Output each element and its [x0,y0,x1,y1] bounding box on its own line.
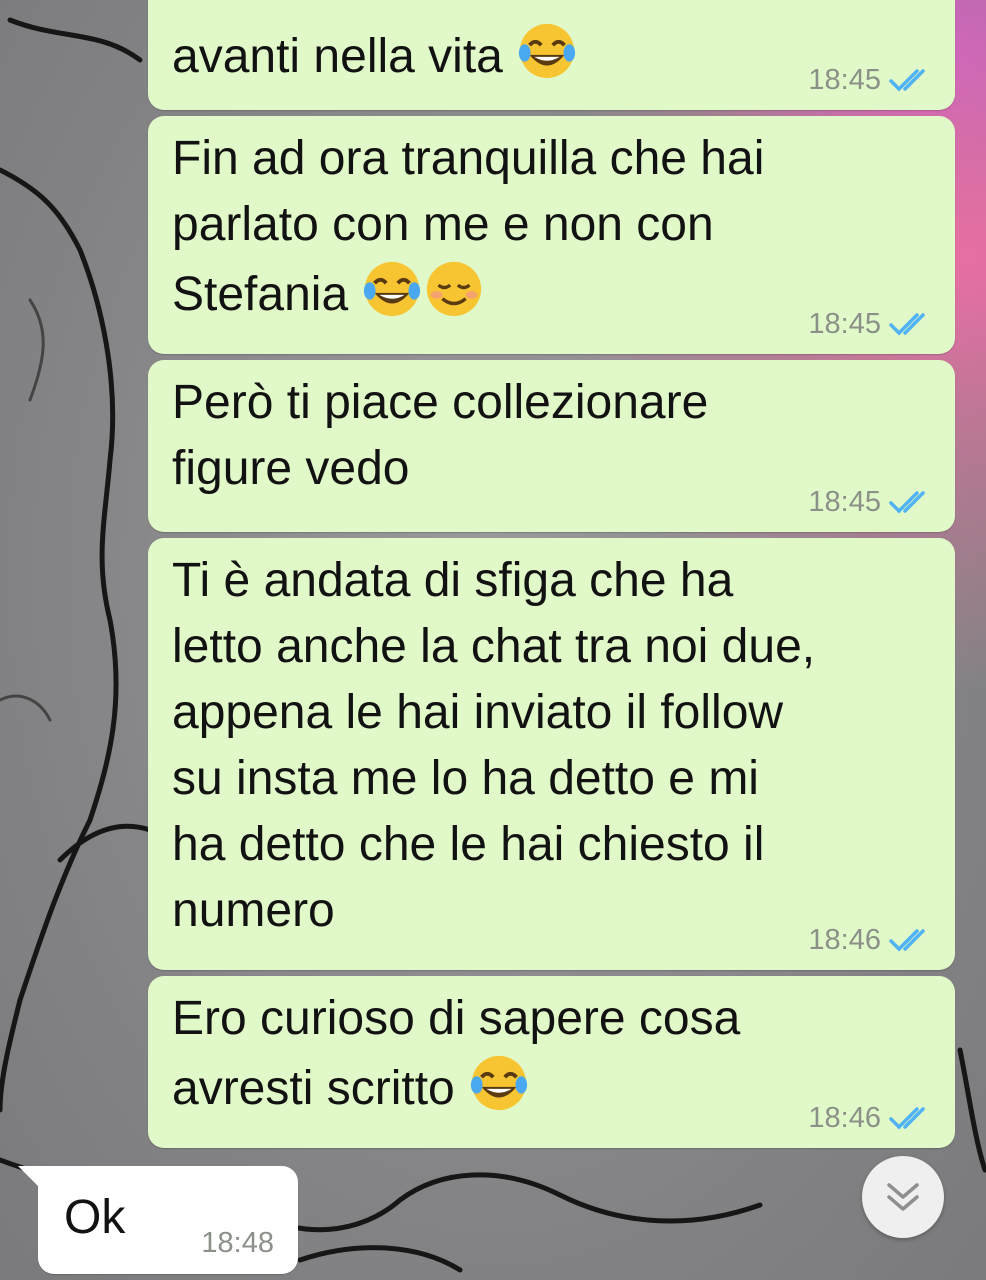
message-meta: 18:45 [808,308,933,340]
double-chevron-down-icon [887,1183,919,1211]
message-bubble-outgoing[interactable]: avanti nella vita 18:45 [148,0,955,110]
message-time: 18:48 [201,1227,274,1259]
scroll-to-bottom-button[interactable] [862,1156,944,1238]
message-time: 18:46 [808,1102,881,1134]
message-meta: 18:45 [808,486,933,518]
double-check-icon [889,69,925,92]
face-with-tears-of-joy-emoji [519,23,576,79]
message-time: 18:45 [808,486,881,518]
face-with-tears-of-joy-emoji [470,1055,528,1111]
message-bubble-incoming[interactable]: Ok 18:48 [18,1166,298,1274]
message-text: Però ti piace collezionare figure vedo [172,376,709,495]
message-time: 18:45 [808,308,881,340]
message-time: 18:45 [808,64,881,96]
message-text: Ti è andata di sfiga che ha letto anche … [172,554,816,937]
message-bubble-outgoing[interactable]: Però ti piace collezionare figure vedo 1… [148,360,955,532]
message-bubble-outgoing[interactable]: Ero curioso di sapere cosa avresti scrit… [148,976,955,1148]
message-text: Fin ad ora tranquilla che hai parlato co… [172,132,765,321]
double-check-icon [889,491,925,514]
bubble-tail [18,1166,40,1188]
message-meta: 18:45 [808,64,933,96]
message-text: Ok [64,1191,126,1244]
face-with-tears-of-joy-emoji [364,261,421,317]
double-check-icon [889,929,925,952]
smiling-face-emoji [427,261,482,317]
message-time: 18:46 [808,924,881,956]
message-bubble-outgoing[interactable]: Ti è andata di sfiga che ha letto anche … [148,538,955,970]
double-check-icon [889,313,925,336]
message-bubble-outgoing[interactable]: Fin ad ora tranquilla che hai parlato co… [148,116,955,354]
double-check-icon [889,1107,925,1130]
message-meta: 18:46 [808,924,933,956]
message-meta: 18:46 [808,1102,933,1134]
